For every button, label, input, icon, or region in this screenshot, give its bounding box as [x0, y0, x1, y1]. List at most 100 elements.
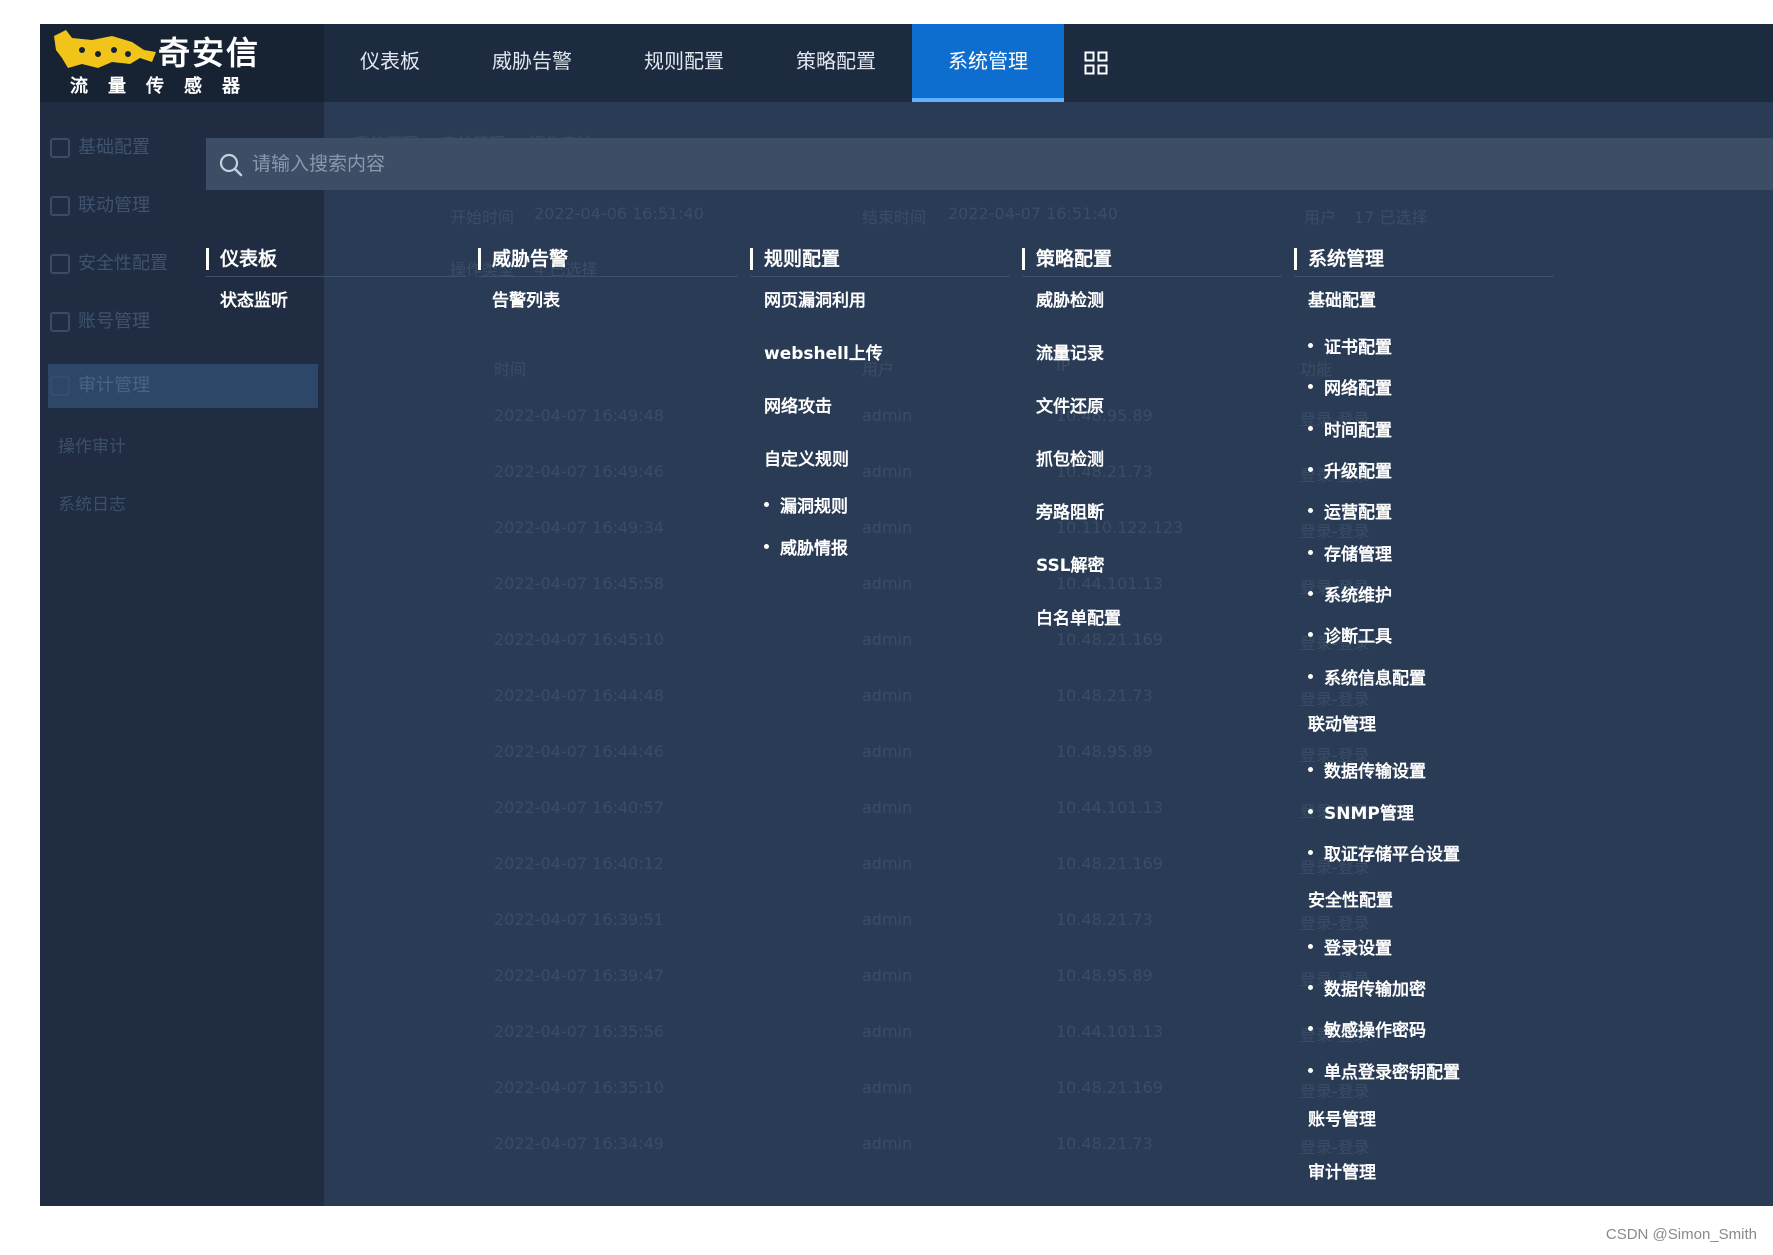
table-cell: 10.48.21.169: [1056, 630, 1163, 649]
user-filter-label: 用户: [1304, 208, 1337, 227]
menu-col-title[interactable]: 策略配置: [1022, 242, 1282, 277]
menu-group-linkage[interactable]: 联动管理: [1308, 710, 1376, 735]
menu-item-cert-config[interactable]: 证书配置: [1308, 333, 1392, 358]
table-cell: 10.48.21.169: [1056, 854, 1163, 873]
menu-group-security[interactable]: 安全性配置: [1308, 886, 1393, 911]
table-cell: 10.48.95.89: [1056, 966, 1153, 985]
menu-item-bypass-block[interactable]: 旁路阻断: [1036, 498, 1104, 523]
table-cell: 2022-04-07 16:35:56: [494, 1022, 664, 1041]
menu-item-maintenance[interactable]: 系统维护: [1308, 581, 1392, 606]
table-cell: 登录-登录: [1300, 914, 1370, 933]
menu-item-packet-capture[interactable]: 抓包检测: [1036, 445, 1104, 470]
table-cell: 2022-04-07 16:49:48: [494, 406, 664, 425]
tab-policy-config[interactable]: 策略配置: [760, 24, 912, 102]
logo-title: 奇安信: [158, 34, 261, 72]
menu-item-custom-rules[interactable]: 自定义规则: [764, 445, 849, 470]
menu-col-policy: 策略配置 威胁检测 流量记录 文件还原 抓包检测 旁路阻断 SSL解密 白名单配…: [1022, 242, 1282, 629]
menu-col-dashboard: 仪表板 状态监听: [206, 242, 466, 311]
menu-subitem-vuln-rules[interactable]: 漏洞规则: [764, 492, 848, 517]
table-cell: 2022-04-07 16:44:48: [494, 686, 664, 705]
col-header-time[interactable]: 时间: [494, 356, 526, 380]
menu-item-diagnostic[interactable]: 诊断工具: [1308, 622, 1392, 647]
menu-item-snmp[interactable]: SNMP管理: [1308, 799, 1414, 824]
table-cell: 2022-04-07 16:40:12: [494, 854, 664, 873]
tab-rule-config[interactable]: 规则配置: [608, 24, 760, 102]
grid-icon: [1084, 51, 1108, 75]
menu-item-alert-list[interactable]: 告警列表: [492, 286, 560, 311]
menu-group-basic-config[interactable]: 基础配置: [1308, 286, 1376, 311]
settings-icon: [50, 138, 70, 158]
grid-menu-button[interactable]: [1064, 24, 1128, 102]
menu-col-title[interactable]: 仪表板: [206, 242, 466, 277]
menu-item-login-settings[interactable]: 登录设置: [1308, 934, 1392, 959]
start-time-field[interactable]: 2022-04-06 16:51:40: [534, 204, 704, 223]
sidebar-item-label: 账号管理: [78, 311, 150, 332]
table-cell: 2022-04-07 16:40:57: [494, 798, 664, 817]
sidebar-sub-op-audit[interactable]: 操作审计: [58, 432, 126, 457]
menu-col-alerts: 威胁告警 告警列表: [478, 242, 738, 311]
user-icon: [50, 312, 70, 332]
menu-item-upgrade-config[interactable]: 升级配置: [1308, 457, 1392, 482]
menu-col-title[interactable]: 威胁告警: [478, 242, 738, 277]
menu-item-web-vuln[interactable]: 网页漏洞利用: [764, 286, 866, 311]
menu-col-title[interactable]: 系统管理: [1294, 242, 1554, 277]
menu-item-evidence-storage[interactable]: 取证存储平台设置: [1308, 840, 1460, 865]
end-time-field[interactable]: 2022-04-07 16:51:40: [948, 204, 1118, 223]
table-cell: 2022-04-07 16:44:46: [494, 742, 664, 761]
menu-item-whitelist[interactable]: 白名单配置: [1036, 604, 1121, 629]
menu-item-ops-config[interactable]: 运营配置: [1308, 498, 1392, 523]
table-cell: 2022-04-07 16:45:10: [494, 630, 664, 649]
sidebar-item-label: 审计管理: [78, 375, 150, 396]
menu-item-file-restore[interactable]: 文件还原: [1036, 392, 1104, 417]
sidebar-item-audit[interactable]: 审计管理: [48, 364, 318, 408]
table-cell: admin: [862, 910, 913, 929]
table-cell: 2022-04-07 16:49:34: [494, 518, 664, 537]
menu-item-sysinfo[interactable]: 系统信息配置: [1308, 664, 1426, 689]
table-cell: admin: [862, 854, 913, 873]
table-cell: 登录-登录: [1300, 690, 1370, 709]
menu-item-sso-key[interactable]: 单点登录密钥配置: [1308, 1058, 1460, 1083]
end-time-label: 结束时间: [862, 208, 927, 227]
menu-col-title[interactable]: 规则配置: [750, 242, 1010, 277]
menu-item-network-attack[interactable]: 网络攻击: [764, 392, 832, 417]
table-cell: 登录-登录: [1300, 1138, 1370, 1157]
tab-system-management[interactable]: 系统管理: [912, 24, 1064, 102]
menu-item-status-monitor[interactable]: 状态监听: [220, 286, 288, 311]
table-cell: 2022-04-07 16:34:49: [494, 1134, 664, 1153]
menu-item-sensitive-password[interactable]: 敏感操作密码: [1308, 1016, 1426, 1041]
tab-dashboard[interactable]: 仪表板: [324, 24, 456, 102]
menu-item-traffic-record[interactable]: 流量记录: [1036, 339, 1104, 364]
sidebar-item-label: 基础配置: [78, 137, 150, 158]
sidebar-sub-system-log[interactable]: 系统日志: [58, 490, 126, 515]
menu-subitem-threat-intel[interactable]: 威胁情报: [764, 534, 848, 559]
audit-icon: [50, 376, 70, 396]
table-cell: admin: [862, 1022, 913, 1041]
menu-item-webshell[interactable]: webshell上传: [764, 339, 883, 364]
search-input[interactable]: [252, 138, 1652, 190]
tab-threat-alerts[interactable]: 威胁告警: [456, 24, 608, 102]
table-cell: 10.44.101.13: [1056, 798, 1163, 817]
table-cell: 10.48.95.89: [1056, 742, 1153, 761]
table-cell: admin: [862, 742, 913, 761]
search-icon: [219, 153, 243, 177]
menu-col-system: 系统管理 基础配置 证书配置 网络配置 时间配置 升级配置 运营配置 存储管理 …: [1294, 242, 1554, 1183]
table-cell: admin: [862, 1078, 913, 1097]
menu-group-audit[interactable]: 审计管理: [1308, 1158, 1376, 1183]
menu-search-bar: [206, 138, 1773, 190]
menu-item-ssl-decrypt[interactable]: SSL解密: [1036, 551, 1105, 576]
menu-group-accounts[interactable]: 账号管理: [1308, 1105, 1376, 1130]
table-cell: 10.44.101.13: [1056, 1022, 1163, 1041]
menu-item-data-transfer[interactable]: 数据传输设置: [1308, 757, 1426, 782]
menu-item-transfer-encrypt[interactable]: 数据传输加密: [1308, 975, 1426, 1000]
menu-item-time-config[interactable]: 时间配置: [1308, 416, 1392, 441]
user-filter-select[interactable]: 17 已选择: [1354, 204, 1427, 228]
menu-item-storage[interactable]: 存储管理: [1308, 540, 1392, 565]
table-cell: 10.48.21.73: [1056, 686, 1153, 705]
table-cell: admin: [862, 966, 913, 985]
sidebar-item-linkage[interactable]: 联动管理: [48, 184, 318, 228]
menu-item-threat-detect[interactable]: 威胁检测: [1036, 286, 1104, 311]
logo[interactable]: 奇安信 流量传感器: [40, 24, 324, 102]
table-cell: admin: [862, 406, 913, 425]
table-cell: admin: [862, 462, 913, 481]
menu-item-network-config[interactable]: 网络配置: [1308, 374, 1392, 399]
